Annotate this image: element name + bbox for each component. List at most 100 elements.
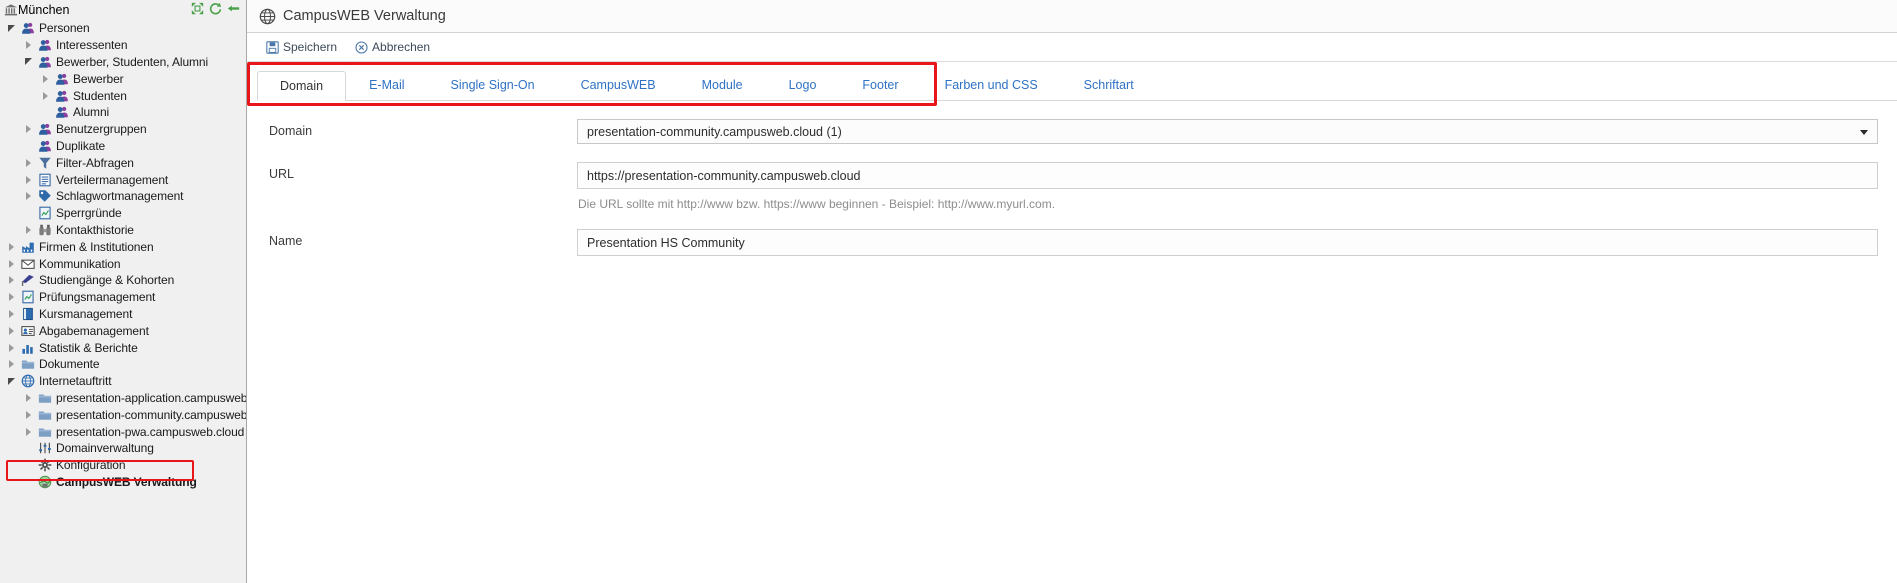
tab-logo[interactable]: Logo — [766, 70, 840, 100]
tree-item-label: Filter-Abfragen — [56, 155, 134, 170]
tab-footer[interactable]: Footer — [839, 70, 921, 100]
refresh-icon[interactable] — [209, 2, 222, 15]
chevron-right-icon[interactable] — [38, 91, 53, 100]
tree-item-interessenten[interactable]: Interessenten — [0, 37, 246, 54]
chevron-down-icon[interactable] — [21, 58, 36, 66]
tab-domain[interactable]: Domain — [257, 71, 347, 101]
tree-item-kommunikation[interactable]: Kommunikation — [0, 255, 246, 272]
tree-item-internetauftritt[interactable]: Internetauftritt — [0, 373, 246, 390]
tab-e-mail[interactable]: E-Mail — [346, 70, 427, 100]
domain-select[interactable]: presentation-community.campusweb.cloud (… — [577, 119, 1878, 144]
tree-root-muenchen[interactable]: München — [0, 0, 246, 20]
chevron-right-icon[interactable] — [21, 158, 36, 167]
tab-module[interactable]: Module — [679, 70, 766, 100]
chevron-right-icon[interactable] — [21, 41, 36, 50]
chevron-right-icon[interactable] — [21, 427, 36, 436]
tree-item-label: Alumni — [73, 105, 110, 120]
tree-item-label: Domainverwaltung — [56, 441, 154, 456]
tree-item-verteilermanagement[interactable]: Verteilermanagement — [0, 171, 246, 188]
url-input-value: https://presentation-community.campusweb… — [587, 168, 861, 183]
chevron-right-icon[interactable] — [21, 125, 36, 134]
domain-field-control: presentation-community.campusweb.cloud (… — [577, 119, 1887, 144]
tab-label: Schriftart — [1083, 78, 1134, 92]
tree-item-sperrgr-nde[interactable]: Sperrgründe — [0, 205, 246, 222]
factory-icon — [19, 240, 36, 254]
save-button-label: Speichern — [283, 40, 338, 54]
people-icon — [19, 21, 36, 35]
page-title: CampusWEB Verwaltung — [283, 8, 446, 24]
chevron-right-icon[interactable] — [4, 360, 19, 369]
tree-item-firmen-institutionen[interactable]: Firmen & Institutionen — [0, 238, 246, 255]
chevron-right-icon[interactable] — [21, 192, 36, 201]
chevron-right-icon[interactable] — [4, 259, 19, 268]
tree-item-personen[interactable]: Personen — [0, 20, 246, 37]
tree-item-dokumente[interactable]: Dokumente — [0, 356, 246, 373]
chevron-right-icon[interactable] — [4, 242, 19, 251]
action-toolbar: Speichern Abbrechen — [247, 33, 1897, 62]
chevron-right-icon[interactable] — [21, 393, 36, 402]
tab-campusweb[interactable]: CampusWEB — [558, 70, 679, 100]
chevron-down-icon[interactable] — [4, 377, 19, 385]
tab-single-sign-on[interactable]: Single Sign-On — [428, 70, 558, 100]
chevron-right-icon[interactable] — [21, 225, 36, 234]
people-icon — [53, 89, 70, 103]
name-field-label: Name — [269, 234, 303, 248]
chevron-right-icon[interactable] — [4, 343, 19, 352]
tree-item-studieng-nge-kohorten[interactable]: Studiengänge & Kohorten — [0, 272, 246, 289]
tree-item-alumni[interactable]: Alumni — [0, 104, 246, 121]
graduation-icon — [19, 273, 36, 287]
collapse-all-icon[interactable] — [191, 2, 204, 15]
tree-item-presentation-community-campusweb-clou[interactable]: presentation-community.campusweb.clou — [0, 406, 246, 423]
tree-item-benutzergruppen[interactable]: Benutzergruppen — [0, 121, 246, 138]
tree-item-pr-fungsmanagement[interactable]: Prüfungsmanagement — [0, 289, 246, 306]
tree-item-filter-abfragen[interactable]: Filter-Abfragen — [0, 154, 246, 171]
folder-icon — [36, 391, 53, 405]
binocular-icon — [36, 223, 53, 237]
chevron-right-icon[interactable] — [4, 293, 19, 302]
chevron-down-icon[interactable] — [4, 24, 19, 32]
tab-farben-und-css[interactable]: Farben und CSS — [922, 70, 1061, 100]
tree-item-domainverwaltung[interactable]: Domainverwaltung — [0, 440, 246, 457]
tab-strip-container: Domain E-Mail Single Sign-On CampusWEB Modul… — [247, 62, 1897, 106]
url-input[interactable]: https://presentation-community.campusweb… — [577, 162, 1878, 189]
tree-item-statistik-berichte[interactable]: Statistik & Berichte — [0, 339, 246, 356]
url-field-label: URL — [269, 167, 295, 181]
page-header: CampusWEB Verwaltung — [247, 0, 1897, 33]
chevron-right-icon[interactable] — [4, 326, 19, 335]
tree-item-duplikate[interactable]: Duplikate — [0, 138, 246, 155]
tree-item-bewerber[interactable]: Bewerber — [0, 70, 246, 87]
tree-item-presentation-application-campusweb-clou[interactable]: presentation-application.campusweb.clou — [0, 390, 246, 407]
save-button[interactable]: Speichern — [266, 40, 337, 54]
tab-schriftart[interactable]: Schriftart — [1061, 70, 1157, 100]
tree-item-label: Statistik & Berichte — [39, 340, 138, 355]
chevron-right-icon[interactable] — [21, 175, 36, 184]
chevron-right-icon[interactable] — [4, 276, 19, 285]
tree-item-label: Benutzergruppen — [56, 122, 147, 137]
tree-item-kursmanagement[interactable]: Kursmanagement — [0, 306, 246, 323]
tree-item-label: Bewerber — [73, 71, 124, 86]
tree-item-konfiguration[interactable]: Konfiguration — [0, 457, 246, 474]
chevron-right-icon[interactable] — [21, 410, 36, 419]
sliders-icon — [36, 441, 53, 455]
navigation-sidebar: München Personen Interessenten Bewerber,… — [0, 0, 247, 583]
folder-icon — [19, 357, 36, 371]
tree-item-schlagwortmanagement[interactable]: Schlagwortmanagement — [0, 188, 246, 205]
funnel-icon — [36, 156, 53, 170]
chevron-right-icon[interactable] — [38, 74, 53, 83]
chevron-right-icon[interactable] — [4, 309, 19, 318]
chevron-down-icon[interactable] — [1860, 129, 1868, 135]
name-input[interactable]: Presentation HS Community — [577, 229, 1878, 256]
tree-item-campusweb-verwaltung[interactable]: CampusWEB Verwaltung — [0, 474, 246, 491]
people-icon — [53, 105, 70, 119]
tree-item-studenten[interactable]: Studenten — [0, 87, 246, 104]
tree-item-label: Konfiguration — [56, 458, 126, 473]
tree-item-abgabemanagement[interactable]: Abgabemanagement — [0, 322, 246, 339]
idcard-icon — [19, 324, 36, 338]
tree-item-bewerber-studenten-alumni[interactable]: Bewerber, Studenten, Alumni — [0, 54, 246, 71]
tree-item-kontakthistorie[interactable]: Kontakthistorie — [0, 222, 246, 239]
cancel-button[interactable]: Abbrechen — [355, 40, 430, 54]
tab-label: Single Sign-On — [450, 78, 535, 92]
tree-item-presentation-pwa-campusweb-cloud[interactable]: presentation-pwa.campusweb.cloud — [0, 423, 246, 440]
globe-green-icon — [36, 475, 53, 489]
back-arrow-icon[interactable] — [227, 2, 240, 15]
